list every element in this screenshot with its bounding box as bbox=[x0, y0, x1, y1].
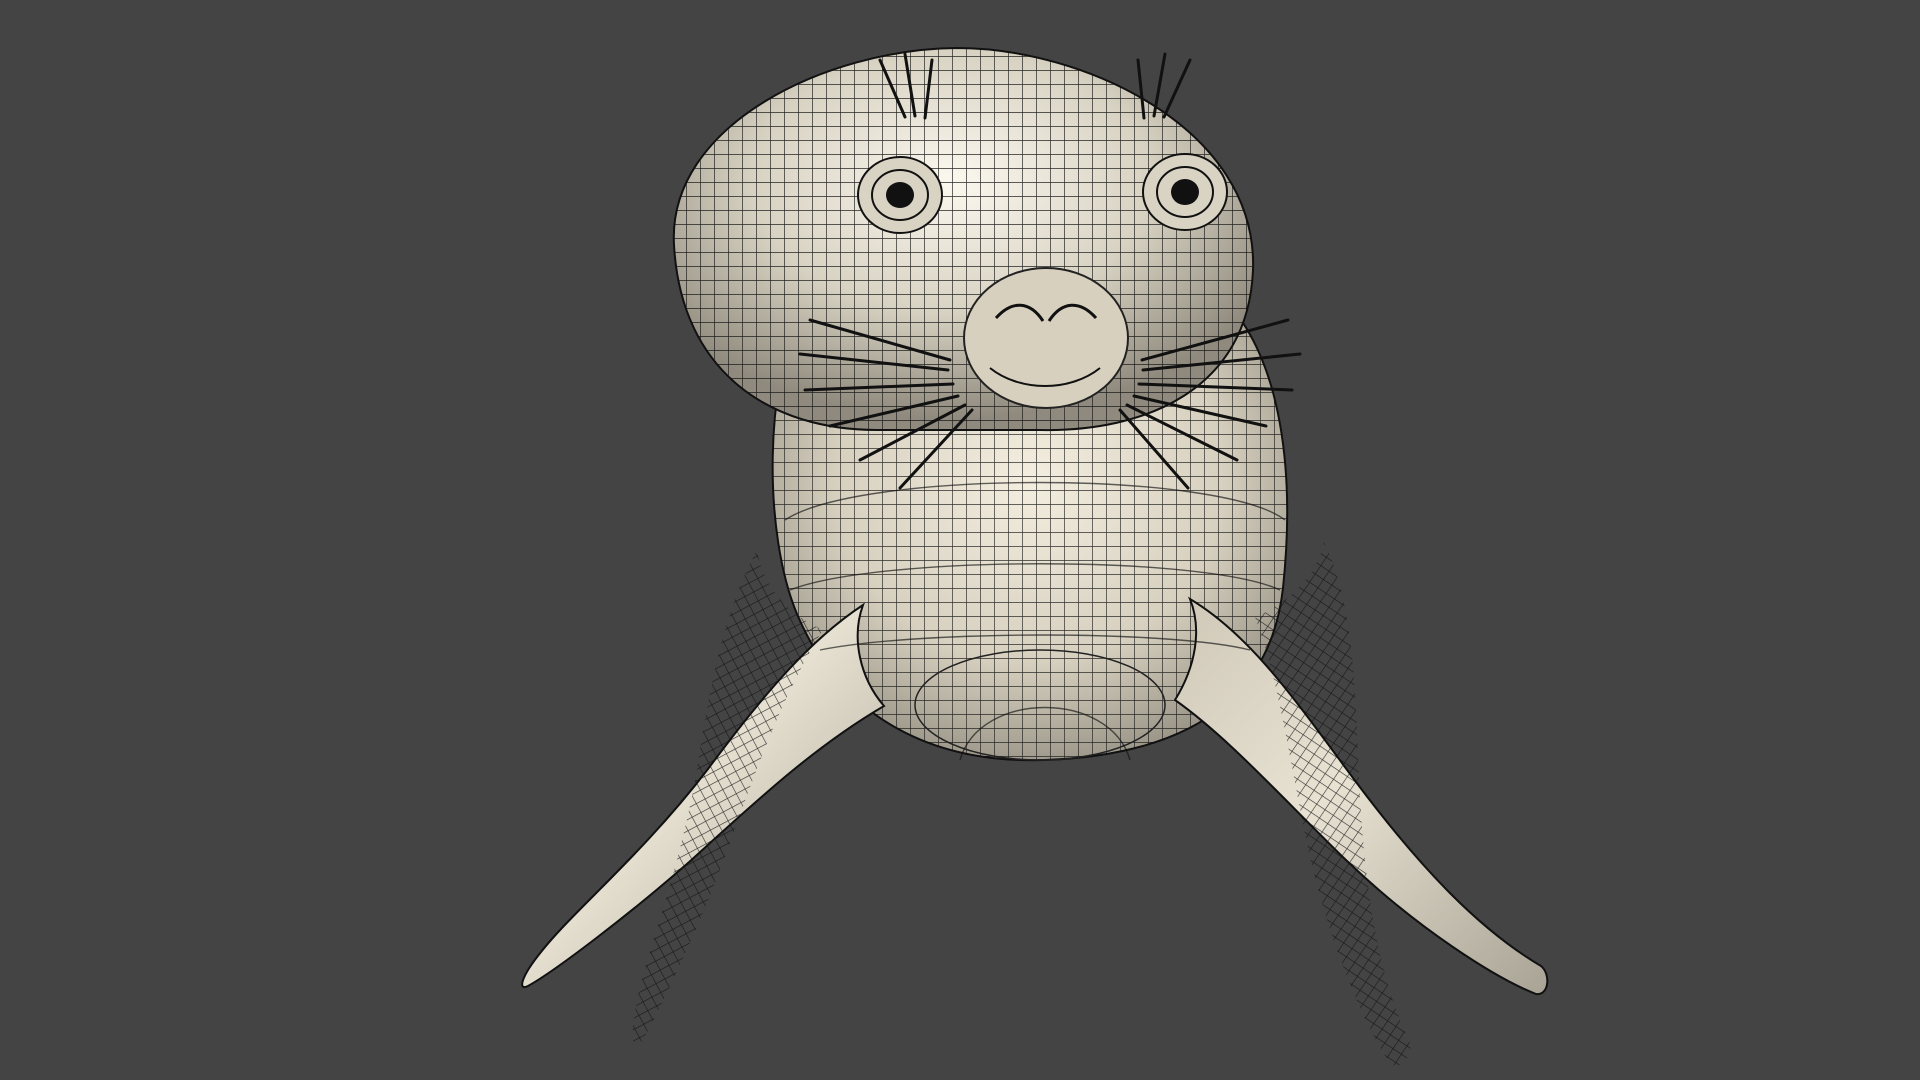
muzzle bbox=[963, 267, 1129, 409]
right-eye bbox=[1142, 153, 1228, 231]
seal-model-render bbox=[456, 46, 1621, 1070]
left-eye bbox=[857, 156, 943, 234]
3d-viewport[interactable] bbox=[0, 0, 1920, 1080]
